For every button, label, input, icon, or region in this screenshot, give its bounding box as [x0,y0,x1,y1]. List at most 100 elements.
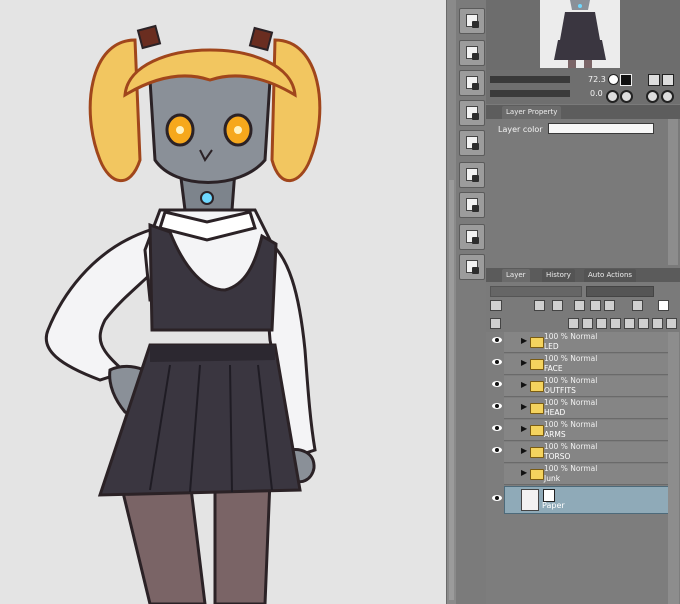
flip-vertical-icon[interactable] [662,74,674,86]
layer-row[interactable]: ▶ 100 % Normal HEAD [504,398,668,419]
transfer-down-icon[interactable] [610,318,621,329]
layer-property-tabbar: Layer Property [486,105,680,119]
panel-tool-strip [456,0,486,604]
layer-name: TORSO [544,452,571,461]
navigator-thumbnail[interactable] [540,0,620,68]
eye-icon [492,403,502,409]
layer-tool-icon-2[interactable] [459,40,485,66]
eye-icon [492,495,502,501]
visibility-toggle[interactable] [490,354,504,374]
zoom-slider[interactable] [490,76,570,83]
delete-layer-icon[interactable] [666,318,677,329]
blend-mode-select[interactable] [490,286,582,297]
panel-menu-icon[interactable] [490,318,501,329]
layer-list-scrollbar[interactable] [668,332,679,604]
folder-icon [530,425,544,436]
expand-arrow-icon[interactable]: ▶ [521,336,527,345]
mask-create-icon[interactable] [638,318,649,329]
layer-tool-icon-5[interactable] [459,130,485,156]
navigator-controls: 72.3 0.0 [486,70,680,104]
layer-name: HEAD [544,408,566,417]
layer-row[interactable]: ▶ 100 % Normal TORSO [504,442,668,463]
tab-auto-actions[interactable]: Auto Actions [584,269,637,282]
layer-property-scrollbar[interactable] [668,119,678,265]
new-folder-icon[interactable] [596,318,607,329]
visibility-toggle[interactable] [490,442,504,462]
layer-blend: 100 % Normal [544,376,598,385]
mask-icon[interactable] [604,300,615,311]
expand-arrow-icon[interactable]: ▶ [521,468,527,477]
layer-blend: 100 % Normal [544,464,598,473]
tab-history-label: History [546,271,571,279]
layer-tool-icon-3[interactable] [459,70,485,96]
layer-row[interactable]: ▶ 100 % Normal LED [504,332,668,353]
apply-mask-icon[interactable] [652,318,663,329]
fill-black-icon[interactable] [620,74,632,86]
flip-horizontal-icon[interactable] [648,74,660,86]
eye-icon [492,425,502,431]
layer-blend: 100 % Normal [544,332,598,341]
reset-rotation-icon[interactable] [646,90,659,103]
visibility-toggle[interactable] [490,332,504,352]
layer-row[interactable]: ▶ 100 % Normal ARMS [504,420,668,441]
layer-panel-tabbar: Layer History Auto Actions [486,268,680,282]
layer-tool-icon-9[interactable] [459,254,485,280]
drawing-canvas[interactable] [0,0,446,604]
layer-color-field[interactable] [548,123,654,134]
visibility-toggle[interactable] [490,420,504,440]
layer-row[interactable]: ▶ 100 % Normal FACE [504,354,668,375]
layer-toolbar [486,282,680,332]
layer-row-paper[interactable]: Paper [504,486,670,514]
expand-arrow-icon[interactable]: ▶ [521,424,527,433]
lock-transparent-icon[interactable] [590,300,601,311]
layer-blend: 100 % Normal [544,354,598,363]
clipping-icon[interactable] [534,300,545,311]
visibility-toggle[interactable] [490,490,504,510]
visibility-toggle[interactable] [490,376,504,396]
ruler-icon[interactable] [632,300,643,311]
layer-name-paper: Paper [542,501,565,510]
eye-icon [492,359,502,365]
zoom-in-icon[interactable] [608,74,619,85]
layer-color-icon[interactable] [658,300,669,311]
new-vector-layer-icon[interactable] [582,318,593,329]
layer-row[interactable]: ▶ 100 % Normal OUTFITS [504,376,668,397]
tab-layer-property[interactable]: Layer Property [502,106,562,119]
layer-tool-icon-4[interactable] [459,100,485,126]
expand-arrow-icon[interactable]: ▶ [521,402,527,411]
layer-blend: 100 % Normal [544,442,598,451]
tab-layer[interactable]: Layer [502,269,530,282]
layer-tool-icon-8[interactable] [459,224,485,250]
reference-icon[interactable] [552,300,563,311]
layer-row[interactable]: ▶ 100 % Normal Junk [504,464,668,485]
folder-icon [530,381,544,392]
layer-list: ▶ 100 % Normal LED ▶ 100 % Normal FACE ▶… [486,332,680,604]
expand-arrow-icon[interactable]: ▶ [521,446,527,455]
visibility-toggle[interactable] [490,398,504,418]
rotate-slider[interactable] [490,90,570,97]
rotation-value: 0.0 [590,89,603,98]
rotate-right-icon[interactable] [620,90,633,103]
scrollbar-thumb[interactable] [449,180,454,600]
layer-property-panel: Layer color [486,119,680,267]
layer-color-swatch-icon[interactable] [490,300,502,311]
expand-arrow-icon[interactable]: ▶ [521,380,527,389]
expand-arrow-icon[interactable]: ▶ [521,358,527,367]
folder-icon [530,403,544,414]
eye-icon [492,447,502,453]
eye-icon [492,381,502,387]
folder-icon [530,359,544,370]
layer-tool-icon-1[interactable] [459,8,485,34]
opacity-slider[interactable] [586,286,654,297]
navigator-preview-image [540,0,620,68]
tab-layer-property-label: Layer Property [506,108,558,116]
layer-tool-icon-7[interactable] [459,192,485,218]
new-raster-layer-icon[interactable] [568,318,579,329]
reset-view-icon[interactable] [661,90,674,103]
tab-history[interactable]: History [542,269,575,282]
rotate-left-icon[interactable] [606,90,619,103]
tab-auto-actions-label: Auto Actions [588,271,633,279]
combine-down-icon[interactable] [624,318,635,329]
layer-tool-icon-6[interactable] [459,162,485,188]
lock-icon[interactable] [574,300,585,311]
